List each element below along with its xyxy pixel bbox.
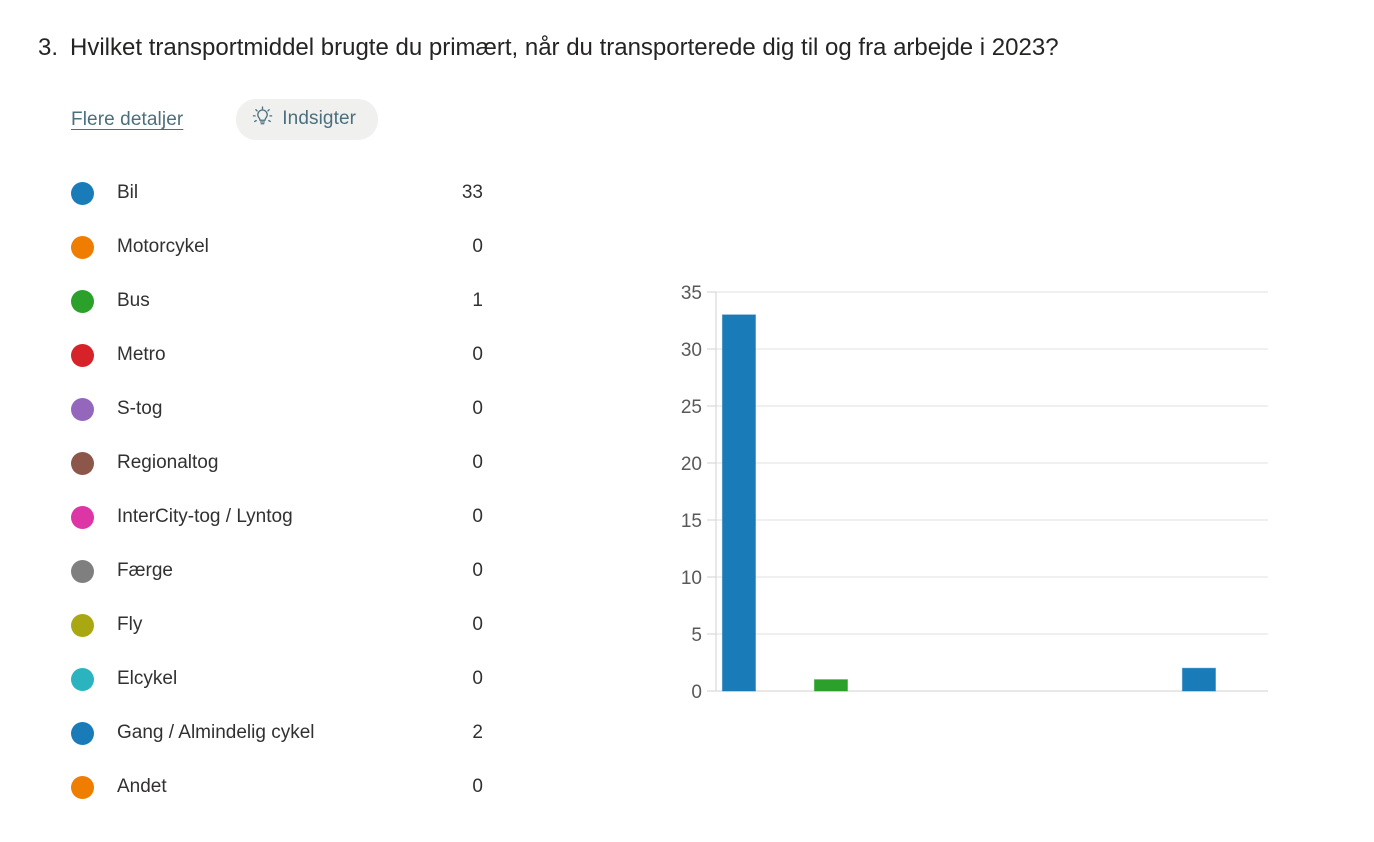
legend-row: Regionaltog 0 — [71, 436, 483, 490]
lightbulb-icon — [252, 106, 273, 132]
chart-bar[interactable] — [813, 679, 848, 692]
legend-count: 0 — [472, 452, 483, 473]
legend-label: Bus — [117, 290, 150, 311]
legend-color-swatch — [71, 343, 94, 367]
question-text: Hvilket transportmiddel brugte du primær… — [70, 34, 1059, 61]
legend-label: Fly — [117, 614, 143, 635]
legend-color-swatch — [71, 451, 94, 475]
legend-count: 0 — [472, 506, 483, 527]
question-actions: Flere detaljer Indsigter — [71, 99, 379, 140]
legend-count: 33 — [461, 182, 483, 203]
legend-row: Bus 1 — [71, 274, 483, 328]
chart-bar[interactable] — [1181, 667, 1217, 692]
legend-row: InterCity-tog / Lyntog 0 — [71, 490, 483, 544]
chart-bar[interactable] — [721, 314, 756, 692]
question-heading: 3. Hvilket transportmiddel brugte du pri… — [38, 33, 1059, 63]
legend-color-swatch — [71, 667, 94, 691]
legend-color-swatch — [71, 559, 94, 583]
insights-button[interactable]: Indsigter — [236, 99, 379, 140]
legend-row: Fly 0 — [71, 598, 483, 652]
legend-label: Gang / Almindelig cykel — [117, 722, 315, 743]
y-axis-tick-label: 5 — [691, 625, 702, 646]
legend-row: Gang / Almindelig cykel 2 — [71, 706, 483, 760]
legend-row: Motorcykel 0 — [71, 220, 483, 274]
legend-color-swatch — [71, 775, 94, 799]
legend-label: Andet — [117, 776, 167, 797]
legend-row: Andet 0 — [71, 760, 483, 814]
legend-color-swatch — [71, 289, 94, 313]
y-axis-tick-label: 10 — [681, 568, 702, 589]
legend-color-swatch — [71, 397, 94, 421]
y-axis-tick-label: 20 — [681, 454, 702, 475]
legend-label: Bil — [117, 182, 139, 203]
legend-row: Færge 0 — [71, 544, 483, 598]
y-axis-tick-label: 15 — [681, 511, 702, 532]
y-axis-tick-label: 35 — [681, 283, 702, 304]
legend-color-swatch — [71, 721, 94, 745]
legend-row: S-tog 0 — [71, 382, 483, 436]
y-axis-tick-label: 0 — [691, 682, 702, 703]
legend-row: Bil 33 — [71, 166, 483, 220]
legend-color-swatch — [71, 505, 94, 529]
legend-color-swatch — [71, 181, 94, 205]
legend-color-swatch — [71, 613, 94, 637]
legend-label: Metro — [117, 344, 166, 365]
forms-question-result-page: 3. Hvilket transportmiddel brugte du pri… — [0, 0, 1374, 842]
legend-row: Elcykel 0 — [71, 652, 483, 706]
legend-label: Motorcykel — [117, 236, 209, 257]
answer-legend-list: Bil 33 Motorcykel 0 Bus 1 Metro 0 S-tog 0 Regional… — [71, 166, 483, 814]
legend-label: Færge — [117, 560, 173, 581]
results-bar-chart: 0 5 10 15 20 25 30 35 — [664, 270, 1284, 720]
legend-label: Regionaltog — [117, 452, 219, 473]
legend-label: InterCity-tog / Lyntog — [117, 506, 293, 527]
legend-count: 0 — [472, 236, 483, 257]
legend-count: 2 — [472, 722, 483, 743]
legend-count: 0 — [472, 344, 483, 365]
y-axis-tick-label: 25 — [681, 397, 702, 418]
legend-label: Elcykel — [117, 668, 178, 689]
bar-chart-svg: 0 5 10 15 20 25 30 35 — [681, 283, 1268, 703]
legend-count: 0 — [472, 398, 483, 419]
y-axis-tick-label: 30 — [681, 340, 702, 361]
legend-count: 0 — [472, 560, 483, 581]
insights-label: Indsigter — [282, 108, 357, 129]
more-details-link[interactable]: Flere detaljer — [71, 109, 183, 131]
legend-label: S-tog — [117, 398, 163, 419]
legend-count: 0 — [472, 668, 483, 689]
legend-count: 0 — [472, 776, 483, 797]
question-number: 3. — [38, 34, 59, 61]
legend-row: Metro 0 — [71, 328, 483, 382]
legend-color-swatch — [71, 235, 94, 259]
legend-count: 1 — [472, 290, 483, 311]
legend-count: 0 — [472, 614, 483, 635]
